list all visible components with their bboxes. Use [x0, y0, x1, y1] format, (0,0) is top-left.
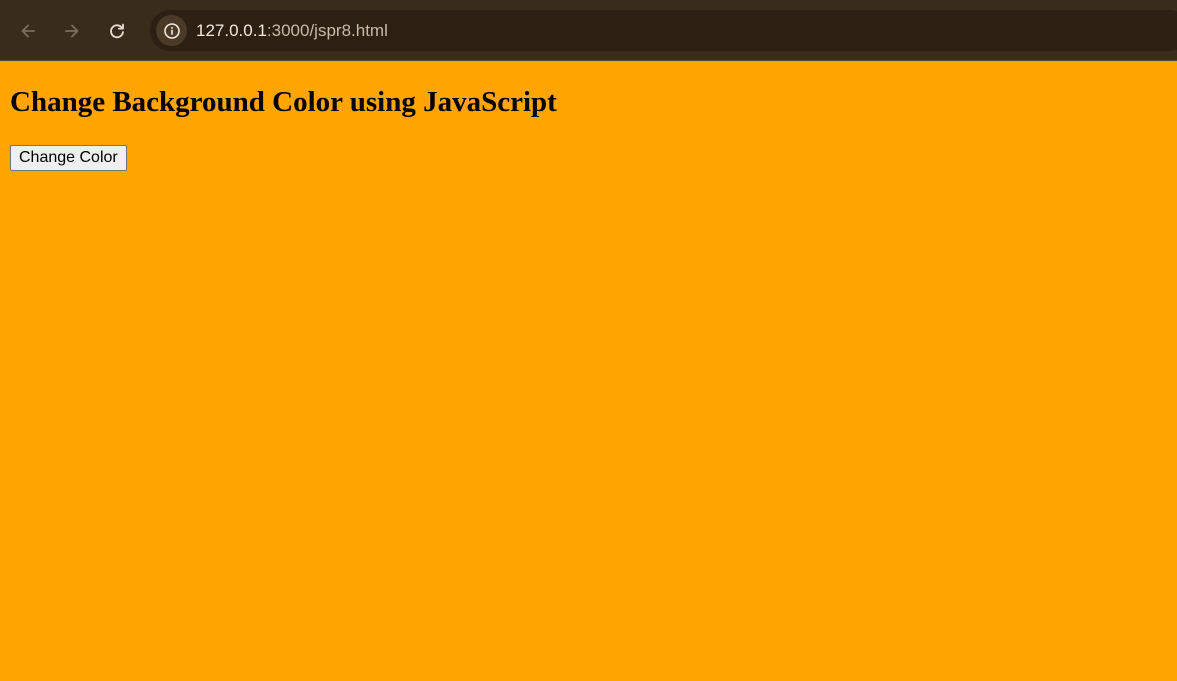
reload-icon	[110, 23, 124, 39]
page-content: Change Background Color using JavaScript…	[0, 62, 1177, 681]
browser-toolbar: 127.0.0.1:3000/jspr8.html	[0, 0, 1177, 61]
address-bar[interactable]: 127.0.0.1:3000/jspr8.html	[150, 10, 1177, 51]
page-title: Change Background Color using JavaScript	[10, 86, 557, 118]
forward-arrow-icon	[65, 24, 79, 38]
url-path: :3000/jspr8.html	[266, 21, 388, 40]
back-button[interactable]	[12, 15, 44, 47]
forward-button[interactable]	[56, 15, 88, 47]
back-arrow-icon	[21, 24, 35, 38]
url-text[interactable]: 127.0.0.1:3000/jspr8.html	[196, 20, 388, 41]
change-color-button[interactable]: Change Color	[10, 145, 127, 171]
info-icon	[163, 22, 180, 39]
url-host: 127.0.0.1	[196, 21, 267, 40]
reload-button[interactable]	[101, 15, 133, 47]
site-info-button[interactable]	[156, 15, 187, 46]
